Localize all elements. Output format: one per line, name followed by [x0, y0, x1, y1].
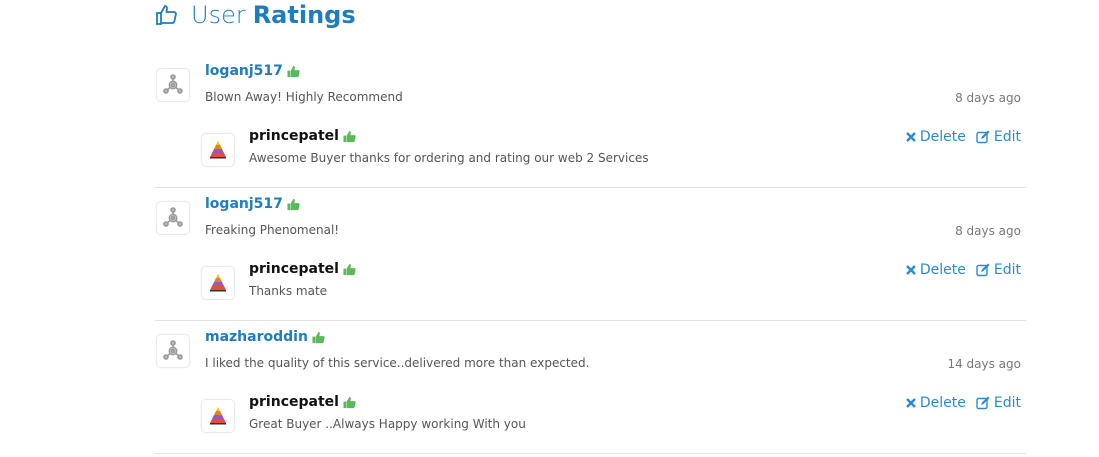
- review-username[interactable]: mazharoddin: [205, 329, 325, 345]
- thumbs-up-icon: [343, 396, 356, 408]
- delete-icon: [906, 398, 916, 408]
- user-avatar-icon: [163, 74, 183, 94]
- reply-seller-name: princepatel: [249, 394, 356, 410]
- seller-logo-icon: [210, 141, 226, 159]
- review-username-text[interactable]: mazharoddin: [205, 329, 308, 345]
- reply-text: Thanks mate: [249, 284, 328, 298]
- page-title: User Ratings: [191, 0, 356, 30]
- delete-button[interactable]: Delete: [906, 395, 966, 411]
- review-time: 14 days ago: [947, 357, 1021, 371]
- edit-icon: [976, 396, 990, 410]
- reply-seller-name-text: princepatel: [249, 261, 339, 277]
- edit-button[interactable]: Edit: [976, 129, 1021, 145]
- review-item: loganj517 Freaking Phenomenal! 8 days ag…: [155, 188, 1026, 321]
- reply-seller-name-text: princepatel: [249, 128, 339, 144]
- page-title-bold: Ratings: [252, 1, 356, 29]
- delete-button[interactable]: Delete: [906, 262, 966, 278]
- reply-actions: Delete Edit: [906, 395, 1021, 411]
- thumbs-up-icon: [287, 65, 300, 77]
- edit-icon: [976, 130, 990, 144]
- review-item: loganj517 Blown Away! Highly Recommend 8…: [155, 55, 1026, 188]
- delete-label[interactable]: Delete: [920, 262, 966, 278]
- edit-label[interactable]: Edit: [994, 395, 1021, 411]
- delete-icon: [906, 265, 916, 275]
- page-header: User Ratings: [155, 0, 356, 30]
- reply-seller-name: princepatel: [249, 128, 356, 144]
- thumbs-up-icon: [156, 5, 177, 25]
- reply-actions: Delete Edit: [906, 129, 1021, 145]
- user-avatar-icon: [163, 207, 183, 227]
- delete-label[interactable]: Delete: [920, 395, 966, 411]
- reply-text: Awesome Buyer thanks for ordering and ra…: [249, 151, 649, 165]
- review-item: mazharoddin I liked the quality of this …: [155, 321, 1026, 454]
- user-avatar[interactable]: [157, 335, 189, 367]
- thumbs-up-icon: [343, 263, 356, 275]
- delete-icon: [906, 132, 916, 142]
- reply-seller-name: princepatel: [249, 261, 356, 277]
- seller-logo-icon: [210, 274, 226, 292]
- thumbs-up-icon: [343, 130, 356, 142]
- seller-avatar[interactable]: [202, 134, 234, 166]
- seller-logo-icon: [210, 407, 226, 425]
- review-time: 8 days ago: [955, 91, 1021, 105]
- reply-actions: Delete Edit: [906, 262, 1021, 278]
- review-username-text[interactable]: loganj517: [205, 196, 283, 212]
- seller-avatar[interactable]: [202, 267, 234, 299]
- reply-text: Great Buyer ..Always Happy working With …: [249, 417, 526, 431]
- ratings-list: loganj517 Blown Away! Highly Recommend 8…: [155, 55, 1026, 454]
- edit-icon: [976, 263, 990, 277]
- edit-label[interactable]: Edit: [994, 129, 1021, 145]
- thumbs-up-icon: [312, 331, 325, 343]
- user-avatar[interactable]: [157, 202, 189, 234]
- user-avatar[interactable]: [157, 69, 189, 101]
- delete-button[interactable]: Delete: [906, 129, 966, 145]
- thumbs-up-icon: [287, 198, 300, 210]
- review-time: 8 days ago: [955, 224, 1021, 238]
- delete-label[interactable]: Delete: [920, 129, 966, 145]
- review-comment: Blown Away! Highly Recommend: [205, 90, 403, 104]
- seller-avatar[interactable]: [202, 400, 234, 432]
- user-avatar-icon: [163, 340, 183, 360]
- review-username-text[interactable]: loganj517: [205, 63, 283, 79]
- edit-button[interactable]: Edit: [976, 395, 1021, 411]
- page-title-light: User: [191, 1, 246, 29]
- review-username[interactable]: loganj517: [205, 196, 300, 212]
- review-username[interactable]: loganj517: [205, 63, 300, 79]
- reply-seller-name-text: princepatel: [249, 394, 339, 410]
- edit-label[interactable]: Edit: [994, 262, 1021, 278]
- review-comment: Freaking Phenomenal!: [205, 223, 340, 237]
- edit-button[interactable]: Edit: [976, 262, 1021, 278]
- review-comment: I liked the quality of this service..del…: [205, 356, 590, 370]
